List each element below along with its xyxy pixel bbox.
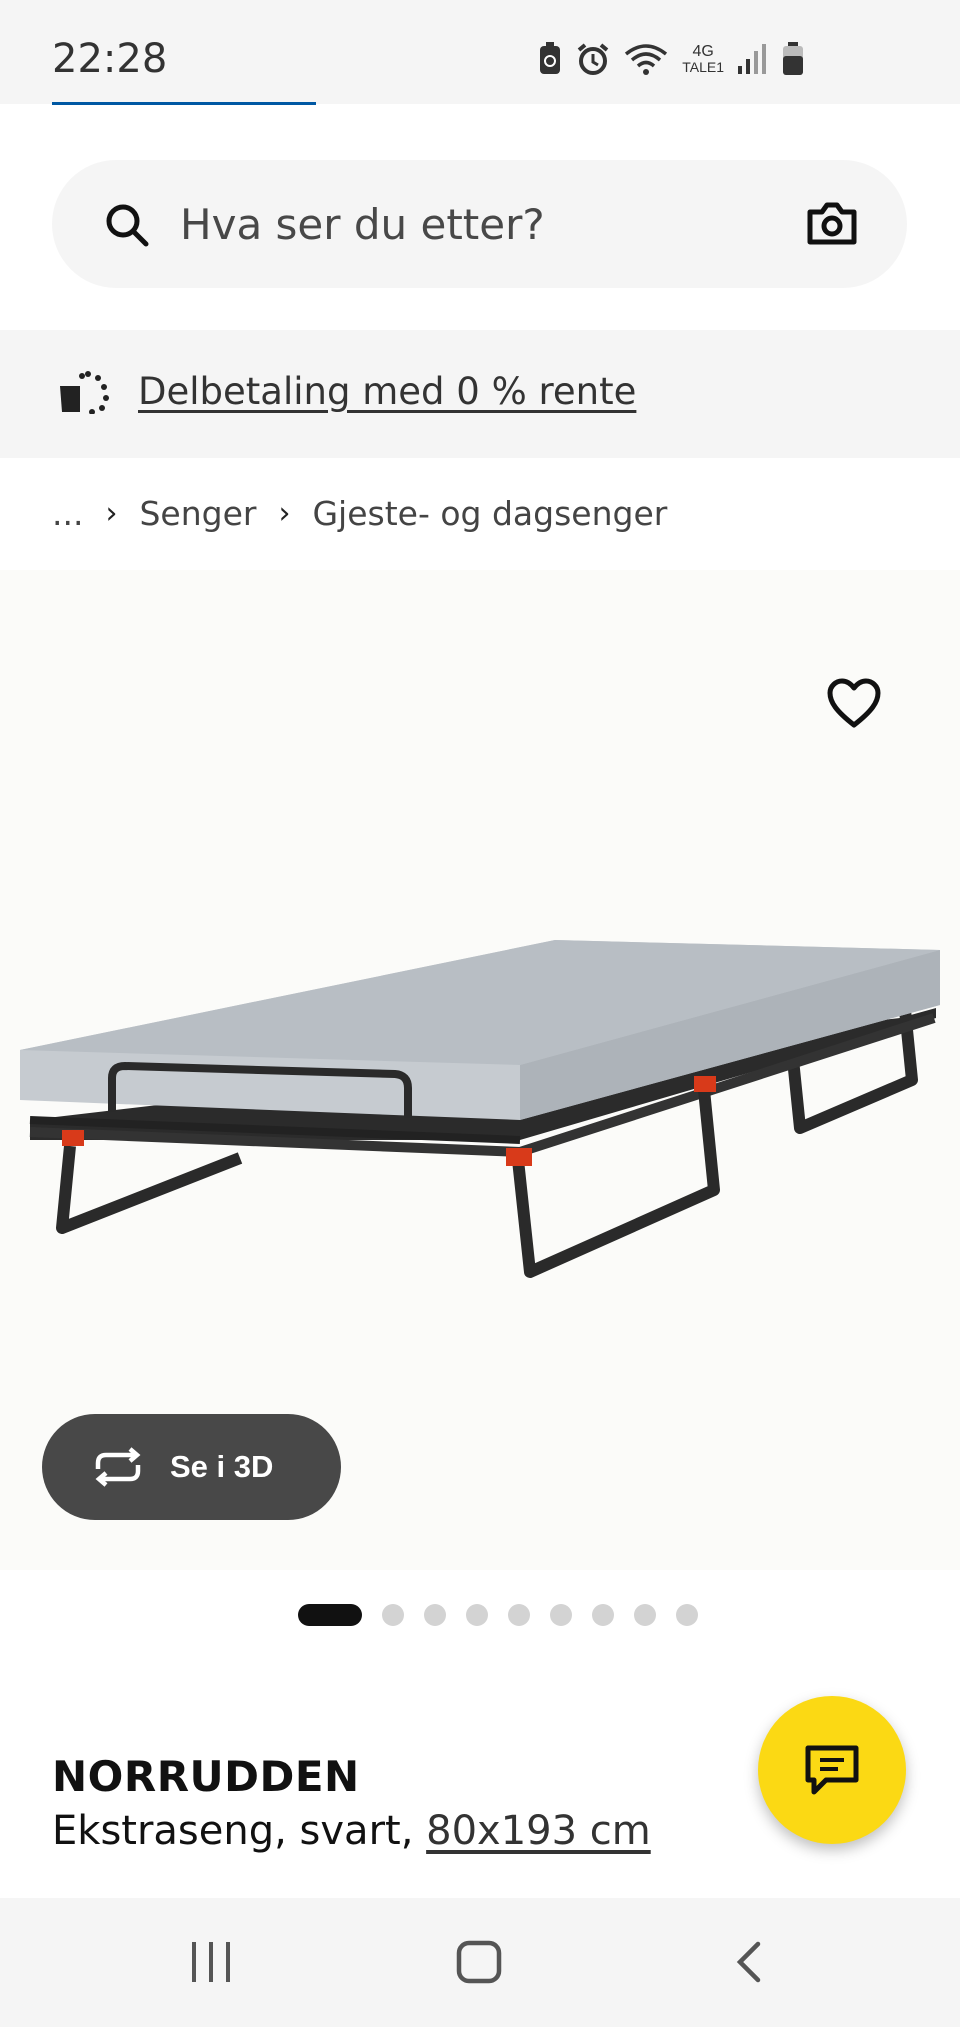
product-size-link[interactable]: 80x193 cm <box>426 1808 651 1854</box>
carousel-dot[interactable] <box>550 1604 572 1626</box>
recent-apps-icon[interactable] <box>190 1940 232 1984</box>
signal-icon <box>738 44 766 74</box>
chat-button[interactable] <box>758 1696 906 1844</box>
breadcrumb: ... › Senger › Gjeste- og dagsenger <box>52 494 667 533</box>
alarm-icon <box>577 43 609 75</box>
network-label: 4G TALE1 <box>682 43 724 75</box>
search-icon <box>106 204 149 247</box>
battery-saver-icon <box>540 42 561 74</box>
chevron-right-icon: › <box>105 496 118 531</box>
home-icon[interactable] <box>456 1940 502 1984</box>
view-3d-button[interactable]: Se i 3D <box>42 1414 341 1520</box>
carousel-dot[interactable] <box>466 1604 488 1626</box>
status-time: 22:28 <box>52 36 168 82</box>
breadcrumb-item-beds[interactable]: Senger <box>139 494 256 533</box>
image-carousel-indicator <box>298 1604 698 1626</box>
product-description-text: Ekstraseng, svart, <box>52 1808 427 1854</box>
carousel-dot-active[interactable] <box>298 1604 362 1626</box>
status-bar: 22:28 4G TALE1 <box>0 0 960 104</box>
carousel-dot[interactable] <box>508 1604 530 1626</box>
product-image-gallery[interactable]: Se i 3D <box>0 570 960 1570</box>
heart-icon[interactable] <box>826 678 882 730</box>
financing-link[interactable]: Delbetaling med 0 % rente <box>138 370 636 413</box>
rotate-3d-icon <box>95 1447 141 1487</box>
status-icons: 4G TALE1 <box>538 42 804 76</box>
chat-icon <box>805 1745 859 1795</box>
breadcrumb-item-guest-beds[interactable]: Gjeste- og dagsenger <box>312 494 667 533</box>
carousel-dot[interactable] <box>592 1604 614 1626</box>
camera-icon[interactable] <box>806 200 858 246</box>
back-icon[interactable] <box>734 1940 764 1984</box>
product-image <box>20 940 940 1278</box>
carousel-dot[interactable] <box>676 1604 698 1626</box>
search-bar[interactable] <box>52 160 907 288</box>
breadcrumb-ellipsis[interactable]: ... <box>52 494 83 533</box>
product-name: NORRUDDEN <box>52 1752 360 1801</box>
page-load-progress <box>52 102 316 105</box>
search-input[interactable] <box>180 192 760 256</box>
payment-plan-icon <box>60 371 109 414</box>
carousel-dot[interactable] <box>382 1604 404 1626</box>
wifi-icon <box>625 44 668 75</box>
carousel-dot[interactable] <box>634 1604 656 1626</box>
view-3d-label: Se i 3D <box>170 1449 274 1484</box>
chevron-right-icon: › <box>278 496 291 531</box>
system-navigation-bar <box>0 1898 960 2027</box>
carousel-dot[interactable] <box>424 1604 446 1626</box>
financing-banner: Delbetaling med 0 % rente <box>0 330 960 458</box>
product-description: Ekstraseng, svart, 80x193 cm <box>52 1808 651 1854</box>
battery-icon <box>783 42 803 75</box>
